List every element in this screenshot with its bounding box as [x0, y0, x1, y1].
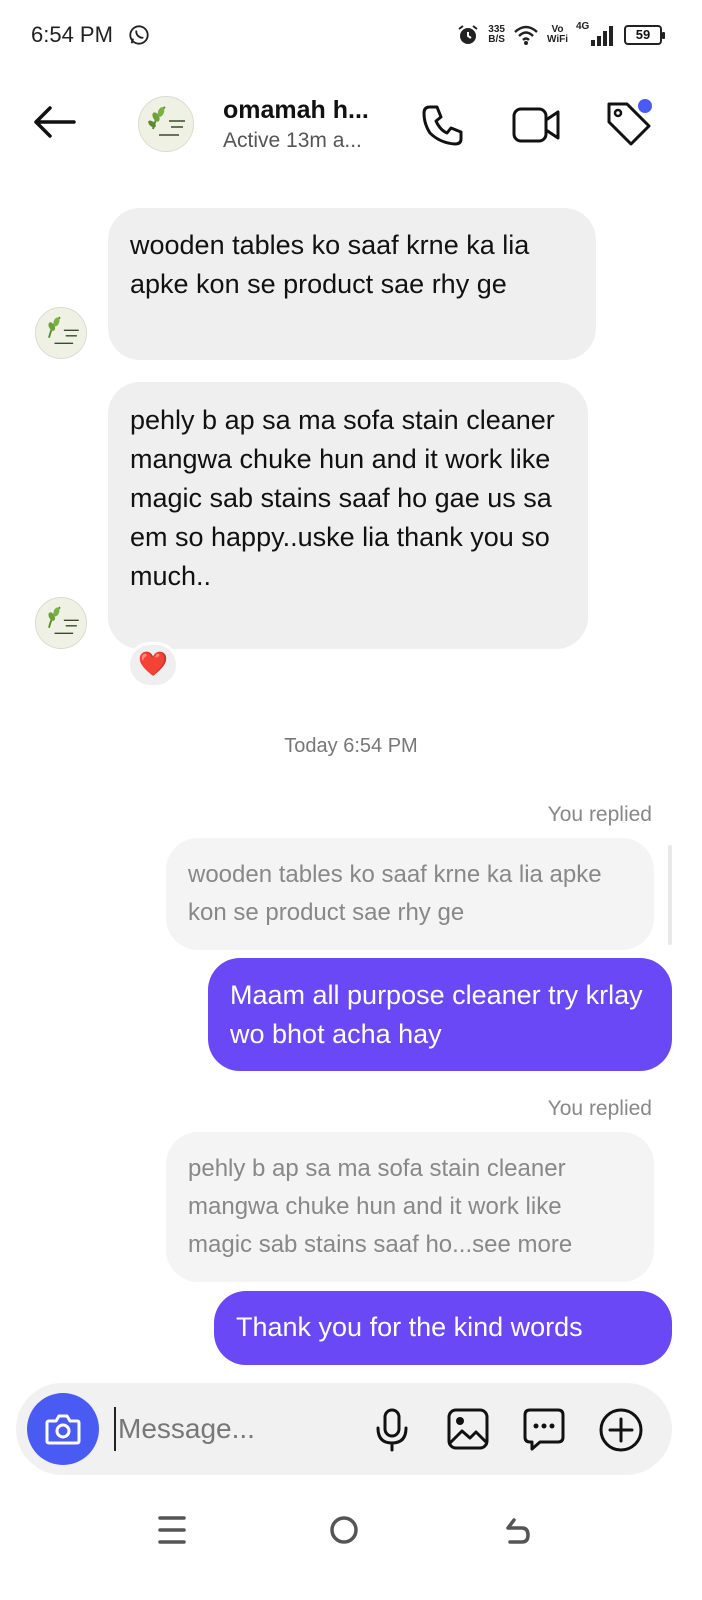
signal-indicator: 4G	[576, 22, 616, 48]
alarm-icon	[458, 25, 478, 44]
status-bar: 6:54 PM 335 B/S Vo WiFi 4G 59	[0, 0, 702, 70]
whatsapp-icon	[129, 25, 149, 45]
volte-indicator: Vo WiFi	[547, 25, 568, 45]
quoted-text: pehly b ap sa ma sofa stain cleaner mang…	[188, 1155, 573, 1258]
reaction-emoji: ❤️	[138, 651, 168, 678]
contact-name[interactable]: omamah h...	[223, 96, 369, 125]
status-indicators: 335 B/S Vo WiFi 4G 59	[456, 18, 665, 52]
message-text: Maam all purpose cleaner try krlay wo bh…	[230, 980, 643, 1049]
video-icon[interactable]	[511, 102, 561, 148]
tag-icon[interactable]	[603, 98, 655, 148]
camera-icon	[45, 1414, 81, 1445]
volte-bottom: WiFi	[546, 34, 568, 45]
reply-line	[668, 845, 672, 945]
outgoing-message[interactable]: Thank you for the kind words	[214, 1291, 672, 1365]
message-input[interactable]	[114, 1407, 364, 1451]
message-text: pehly b ap sa ma sofa stain cleaner mang…	[130, 405, 555, 591]
avatar-logo-icon	[36, 308, 86, 358]
contact-avatar[interactable]	[138, 96, 194, 152]
net-speed-unit: B/S	[488, 34, 505, 45]
avatar-logo-icon	[36, 598, 86, 648]
message-composer	[16, 1383, 672, 1475]
chat-header: omamah h... Active 13m a...	[0, 80, 702, 170]
system-nav-bar	[0, 1500, 702, 1600]
incoming-message[interactable]: pehly b ap sa ma sofa stain cleaner mang…	[108, 382, 588, 649]
you-replied-label: You replied	[547, 803, 652, 826]
timestamp: Today 6:54 PM	[284, 735, 418, 757]
outgoing-message[interactable]: Maam all purpose cleaner try krlay wo bh…	[208, 958, 672, 1071]
sender-avatar[interactable]	[35, 597, 87, 649]
back-arrow-icon[interactable]	[30, 100, 80, 144]
gallery-icon[interactable]	[446, 1407, 490, 1451]
network-type: 4G	[576, 21, 590, 32]
status-time: 6:54 PM	[31, 22, 113, 47]
wifi-icon	[514, 25, 538, 45]
message-text: Thank you for the kind words	[236, 1312, 583, 1342]
avatar-logo-icon	[139, 97, 193, 151]
incoming-message[interactable]: wooden tables ko saaf krne ka lia apke k…	[108, 208, 596, 360]
quoted-text: wooden tables ko saaf krne ka lia apke k…	[188, 861, 602, 926]
sender-avatar[interactable]	[35, 307, 87, 359]
battery-indicator: 59	[624, 25, 665, 45]
sticker-icon[interactable]	[522, 1407, 566, 1451]
home-icon[interactable]	[328, 1514, 360, 1546]
signal-icon	[591, 26, 613, 46]
plus-icon[interactable]	[598, 1407, 644, 1453]
quoted-message[interactable]: wooden tables ko saaf krne ka lia apke k…	[166, 838, 654, 950]
notification-dot	[638, 99, 652, 113]
heart-reaction[interactable]: ❤️	[127, 642, 179, 688]
phone-icon[interactable]	[420, 102, 466, 148]
battery-level: 59	[635, 27, 651, 42]
menu-icon[interactable]	[158, 1514, 186, 1546]
back-icon[interactable]	[500, 1514, 532, 1546]
quoted-message[interactable]: pehly b ap sa ma sofa stain cleaner mang…	[166, 1132, 654, 1282]
microphone-icon[interactable]	[374, 1407, 410, 1453]
message-text: wooden tables ko saaf krne ka lia apke k…	[130, 230, 530, 299]
contact-status: Active 13m a...	[223, 129, 362, 152]
camera-button[interactable]	[27, 1393, 99, 1465]
net-speed: 335 B/S	[488, 25, 505, 45]
you-replied-label: You replied	[547, 1097, 652, 1120]
